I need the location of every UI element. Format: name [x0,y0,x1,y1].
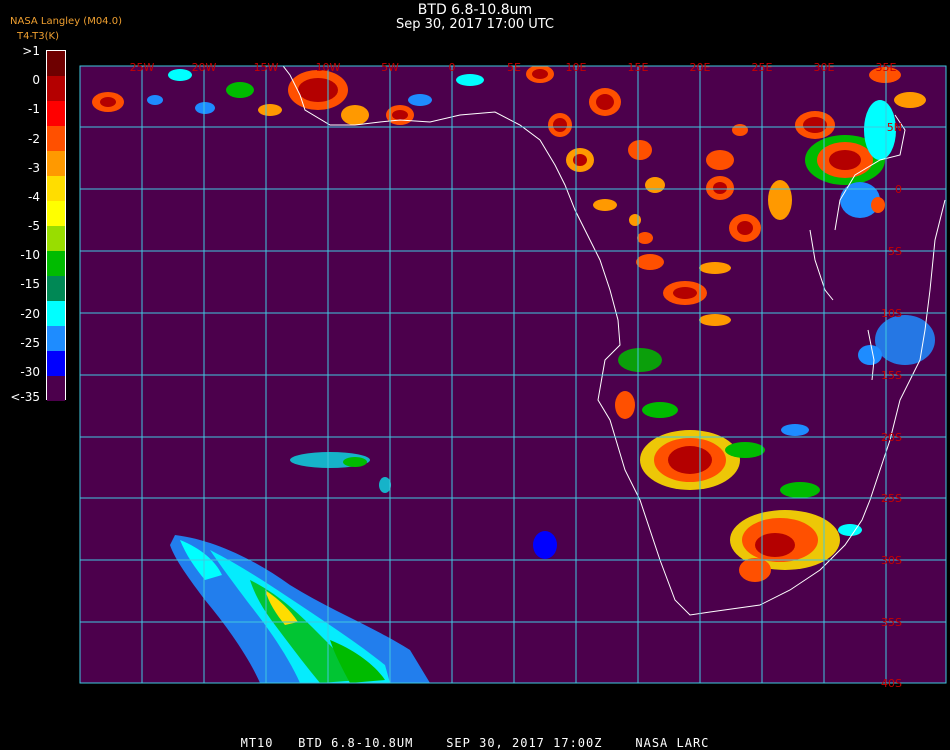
footer-caption: MT10 BTD 6.8-10.8UM SEP 30, 2017 17:00Z … [240,736,710,750]
longitude-label: 5W [381,61,399,74]
longitude-label: 15E [628,61,649,74]
longitude-label: 30E [814,61,835,74]
satellite-map: 25W 20W 15W 10W 5W 0 5E 10E 15E 20E 25E 30E 35E 5N 0 5… [79,61,947,690]
latitude-label: 30S [881,554,902,567]
latitude-label: 10S [881,307,902,320]
latitude-label: 40S [881,677,902,690]
latitude-label: 25S [881,492,902,505]
longitude-label: 20W [192,61,217,74]
longitude-label: 35E [876,61,897,74]
longitude-label: 10W [316,61,341,74]
latitude-label: 35S [881,616,902,629]
longitude-label: 25W [130,61,155,74]
longitude-label: 0 [449,61,456,74]
longitude-label: 15W [254,61,279,74]
latitude-label: 0 [895,183,902,196]
latitude-label: 20S [881,431,902,444]
latitude-label: 5S [888,245,902,258]
longitude-label: 10E [566,61,587,74]
latitude-label: 5N [887,121,902,134]
longitude-label: 5E [507,61,521,74]
longitude-label: 20E [690,61,711,74]
longitude-label: 25E [752,61,773,74]
latitude-label: 15S [881,369,902,382]
